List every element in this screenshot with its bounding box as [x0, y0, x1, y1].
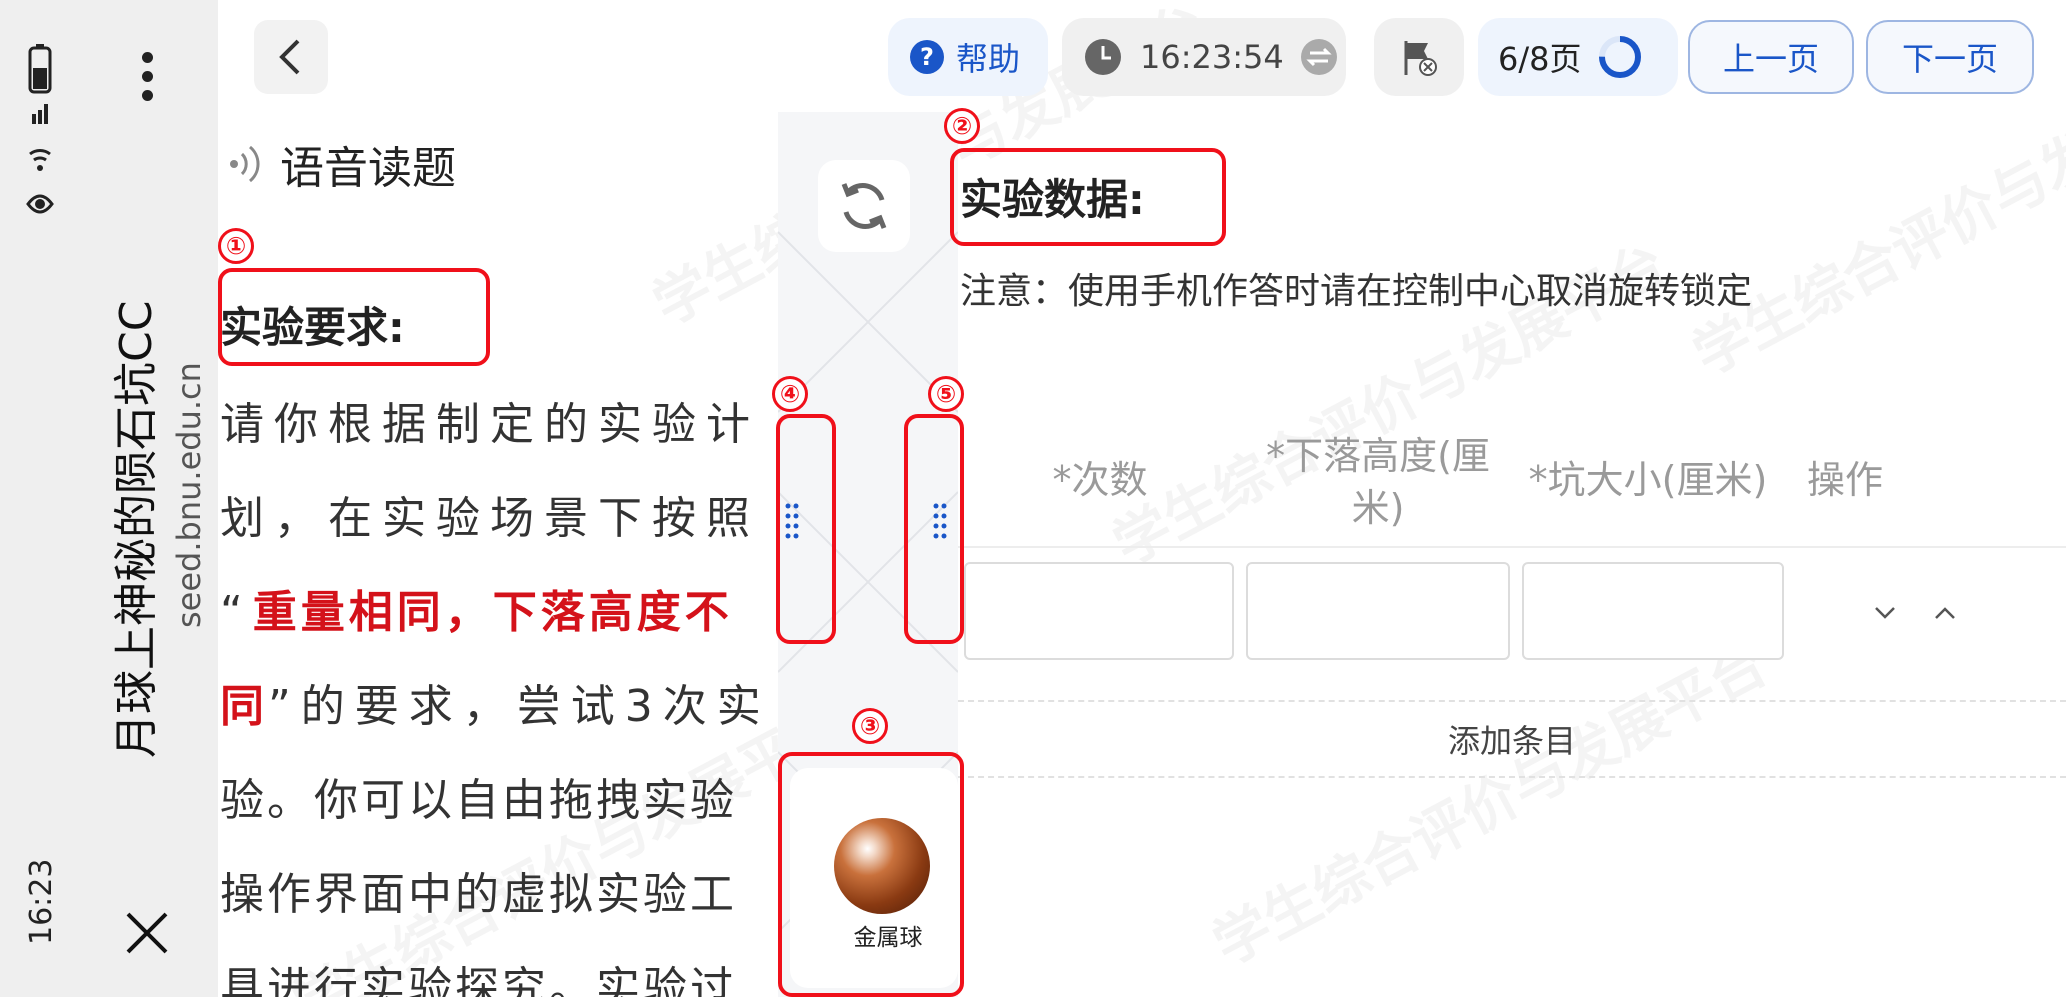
swap-icon[interactable] — [1300, 38, 1338, 76]
annotation-box-4 — [776, 414, 836, 644]
next-page-button[interactable]: 下一页 — [1866, 20, 2034, 94]
close-icon[interactable] — [124, 910, 170, 956]
annotation-box-1 — [218, 268, 490, 366]
text-line: 操作界面中的虚拟实验工 — [220, 869, 737, 920]
more-menu-icon[interactable] — [142, 52, 154, 108]
annotation-box-2 — [950, 148, 1226, 246]
quote-open: “ — [220, 587, 253, 638]
annotation-label-5: ⑤ — [928, 376, 964, 412]
page-indicator: 6/8页 — [1478, 18, 1678, 96]
text-line: 请你根据制定的实验计 — [220, 399, 760, 450]
text-line: 划，在实验场景下按照 — [220, 493, 760, 544]
flag-icon — [1404, 41, 1437, 76]
chevron-left-icon — [279, 39, 300, 75]
page-indicator-label: 6/8页 — [1498, 40, 1582, 78]
timer-value: 16:23:54 — [1140, 38, 1284, 76]
annotation-label-4: ④ — [772, 376, 808, 412]
voice-read-label: 语音读题 — [280, 143, 456, 194]
status-time: 16:23 — [24, 858, 59, 945]
text-line: 验。你可以自由拖拽实验 — [220, 775, 737, 826]
annotation-box-5 — [904, 414, 964, 644]
column-header-height: *下落高度(厘米) — [1266, 434, 1490, 530]
emphasis-text: 重量相同，下落高度不 — [252, 587, 733, 638]
watermark: 学生综合评价与发展平台 — [1203, 631, 1778, 979]
annotation-box-3 — [778, 752, 964, 997]
help-label: 帮助 — [956, 40, 1021, 78]
timer: 16:23:54 — [1062, 18, 1346, 96]
help-button[interactable]: ? 帮助 — [888, 18, 1048, 96]
help-icon: ? — [910, 40, 944, 74]
text-line: 同”的要求，尝试3次实 — [220, 660, 776, 754]
clock-icon — [1085, 39, 1121, 75]
move-up-icon[interactable] — [1930, 598, 1960, 628]
column-header-pit-size: *坑大小(厘米) — [1528, 458, 1768, 502]
progress-ring-icon — [1598, 36, 1641, 78]
system-status-icons — [20, 44, 60, 244]
divider — [958, 546, 2066, 548]
battery-signal-icon — [26, 44, 54, 214]
count-input[interactable] — [964, 562, 1234, 660]
app-title: 月球上神秘的陨石坑CC — [111, 300, 162, 758]
prev-page-button[interactable]: 上一页 — [1688, 20, 1854, 94]
reset-button[interactable] — [818, 160, 910, 252]
annotation-label-1: ① — [218, 228, 254, 264]
drop-height-input[interactable] — [1246, 562, 1510, 660]
status-strip: 16:23 月球上神秘的陨石坑CC seed.bnu.edu.cn — [0, 0, 218, 997]
pit-size-input[interactable] — [1522, 562, 1784, 660]
flag-button[interactable] — [1374, 18, 1464, 96]
emphasis-text: 同 — [220, 681, 268, 732]
move-down-icon[interactable] — [1870, 598, 1900, 628]
text-fragment: ”的要求，尝试3次实 — [268, 681, 771, 732]
text-line: 具进行实验探究。实验过 — [220, 963, 737, 997]
app-url: seed.bnu.edu.cn — [170, 362, 208, 628]
annotation-label-3: ③ — [852, 708, 888, 744]
question-text: 请你根据制定的实验计 划，在实验场景下按照 “重量相同，下落高度不 同”的要求，… — [220, 378, 776, 997]
voice-read-button[interactable]: 语音读题 — [226, 132, 456, 196]
back-button[interactable] — [254, 20, 328, 94]
speaker-icon — [230, 145, 260, 183]
rotation-notice: 注意：使用手机作答时请在控制中心取消旋转锁定 — [960, 271, 1753, 312]
add-item-button[interactable]: 添加条目 — [958, 700, 2066, 778]
refresh-icon — [841, 183, 887, 229]
column-header-action: 操作 — [1806, 458, 1883, 502]
column-header-count: *次数 — [1052, 458, 1148, 502]
text-line: “重量相同，下落高度不 — [220, 566, 776, 660]
annotation-label-2: ② — [944, 108, 980, 144]
